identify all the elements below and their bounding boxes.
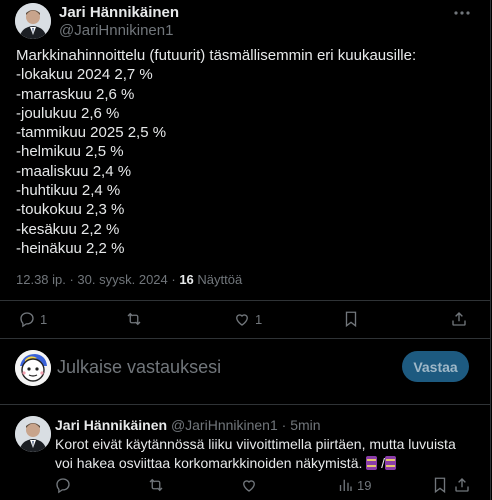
views-label: Näyttöä [197,272,243,287]
reply-input[interactable]: Julkaise vastauksesi [57,357,221,378]
bookmark-icon [434,477,446,494]
bookmark-icon [345,311,357,328]
divider [0,338,490,339]
bookmark-button[interactable] [342,310,360,328]
tweet-timestamp[interactable]: 12.38 ip. · 30. syysk. 2024 · [16,272,176,287]
reply-like-button[interactable] [240,476,258,494]
my-avatar[interactable] [15,350,51,386]
like-count: 1 [255,311,263,327]
reply-time[interactable]: · 5min [282,417,321,433]
tweet-line: -maaliskuu 2,4 % [16,162,132,180]
reply-author-handle[interactable]: @JariHnnikinen1 [171,417,278,433]
more-icon[interactable] [452,4,472,22]
retweet-icon [127,312,141,326]
tweet-line: -tammikuu 2025 2,5 % [16,124,167,142]
tweet-line: -marraskuu 2,6 % [16,85,135,103]
share-button[interactable] [450,310,468,328]
share-icon [452,312,466,326]
reply-reply-button[interactable] [54,476,72,494]
divider [0,404,490,405]
tweet-meta: 12.38 ip. · 30. syysk. 2024 · 16 Näyttöä [16,272,242,287]
reply-views[interactable]: 19 [336,476,371,494]
tweet-line: -helmikuu 2,5 % [16,143,124,161]
retweet-button[interactable] [125,310,143,328]
author-name[interactable]: Jari Hännikäinen [59,4,179,21]
tweet-line: -huhtikuu 2,4 % [16,182,121,200]
reply-retweet-button[interactable] [147,476,165,494]
reply-author-avatar[interactable] [15,416,51,452]
views-count: 16 [179,272,194,287]
retweet-icon [149,478,163,492]
reply-share-button[interactable] [453,476,471,494]
share-icon [455,478,469,492]
like-button[interactable]: 1 [233,310,262,328]
views-icon [339,479,352,491]
reply-icon [56,478,70,494]
author-avatar[interactable] [15,3,51,39]
reply-header: Jari Hännikäinen @JariHnnikinen1 · 5min [55,417,321,433]
tweet-line: -joulukuu 2,6 % [16,104,120,122]
like-icon [243,480,255,492]
reply-views-count: 19 [357,477,372,493]
tweet-text: Markkinahinnoittelu (futuurit) täsmällis… [16,46,416,258]
tweet-line: -heinäkuu 2,2 % [16,239,125,257]
tweet-thread: Jari Hännikäinen @JariHnnikinen1 Markkin… [0,0,491,500]
tweet-line: -kesäkuu 2,2 % [16,220,120,238]
tweet-line: -toukokuu 2,3 % [16,201,125,219]
reply-text: Korot eivät käytännössä liiku viivoittim… [55,435,475,472]
tweet-line: Markkinahinnoittelu (futuurit) täsmällis… [16,47,417,64]
reply-author-name[interactable]: Jari Hännikäinen [55,417,167,433]
reply-icon [20,312,34,328]
tweet-line: -lokakuu 2024 2,7 % [16,66,153,84]
reply-bookmark-button[interactable] [431,476,449,494]
reply-count: 1 [40,311,48,327]
like-icon [236,314,248,326]
author-handle[interactable]: @JariHnnikinen1 [59,22,173,39]
divider [0,300,490,301]
books-emoji-icon [385,455,397,470]
submit-reply-button[interactable]: Vastaa [402,351,469,382]
books-emoji-icon [366,455,378,470]
reply-button[interactable]: 1 [18,310,47,328]
